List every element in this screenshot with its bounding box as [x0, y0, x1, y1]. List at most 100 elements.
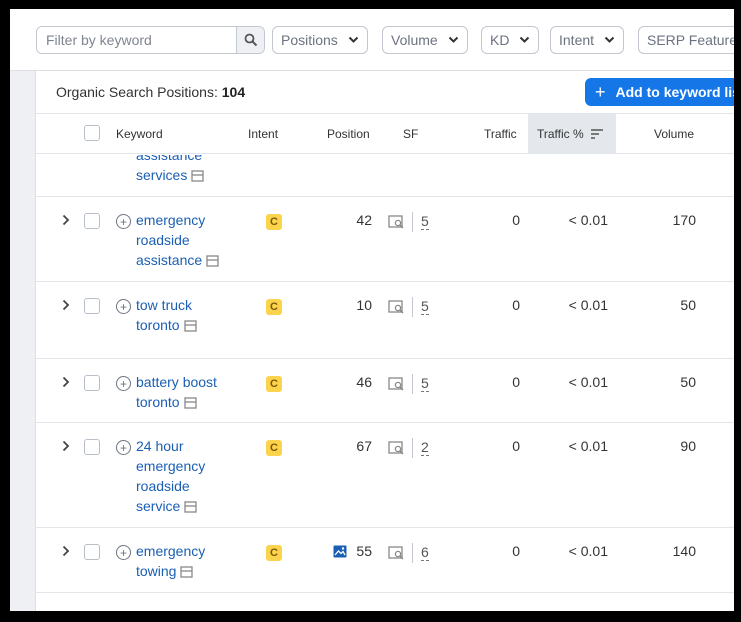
row-checkbox[interactable] [84, 213, 100, 229]
select-all-checkbox[interactable] [84, 125, 100, 141]
volume-value: 140 [672, 543, 696, 559]
plus-circle-icon[interactable]: + [116, 545, 131, 560]
header-traffic-pct-label: Traffic % [537, 127, 584, 141]
chevron-right-icon[interactable] [62, 545, 70, 557]
traffic-pct-value: < 0.01 [568, 374, 608, 390]
chevron-right-icon[interactable] [62, 376, 70, 388]
row-checkbox[interactable] [84, 298, 100, 314]
table-row: + battery boost toronto C 46 5 0 < 0.01 … [36, 359, 734, 423]
volume-filter-label: Volume [391, 32, 438, 48]
kd-filter[interactable]: KD [481, 26, 540, 54]
header-position[interactable]: Position [327, 127, 370, 141]
row-checkbox[interactable] [84, 375, 100, 391]
table-row [36, 593, 734, 611]
kd-filter-label: KD [490, 32, 510, 48]
traffic-value: 0 [512, 543, 520, 559]
intent-badge: C [266, 440, 282, 456]
serp-features-icon [388, 215, 404, 229]
serp-features-filter[interactable]: SERP Features [638, 26, 734, 54]
plus-icon: + [595, 81, 606, 102]
serp-preview-icon[interactable] [206, 252, 219, 272]
sf-count[interactable]: 5 [421, 298, 429, 315]
keyword-text: battery boost toronto [136, 374, 217, 410]
keyword-link[interactable]: assistance services [136, 155, 226, 187]
positions-filter[interactable]: Positions [272, 26, 368, 54]
sf-divider [412, 297, 413, 317]
position-value: 10 [356, 297, 372, 313]
sf-divider [412, 374, 413, 394]
sf-divider [412, 212, 413, 232]
positions-summary: Organic Search Positions: 104 [56, 84, 245, 100]
traffic-value: 0 [512, 212, 520, 228]
positions-count: 104 [221, 84, 246, 100]
traffic-value: 0 [512, 297, 520, 313]
volume-value: 170 [672, 212, 696, 228]
sf-count[interactable]: 2 [421, 439, 429, 456]
table-row: + emergency towing C 55 6 0 < 0.01 140 [36, 528, 734, 593]
sf-count[interactable]: 5 [421, 375, 429, 392]
table-body: assistance services + emergency roadside… [36, 155, 734, 611]
search-box [36, 26, 265, 54]
position-value: 42 [356, 212, 372, 228]
summary-bar: Organic Search Positions: 104 + Add to k… [36, 71, 734, 114]
serp-preview-icon[interactable] [183, 394, 197, 414]
plus-circle-icon[interactable]: + [116, 376, 131, 391]
serp-preview-icon[interactable] [180, 563, 194, 583]
chevron-down-icon [604, 36, 615, 43]
intent-badge: C [266, 376, 282, 392]
chevron-right-icon[interactable] [62, 440, 70, 452]
serp-preview-icon[interactable] [183, 317, 197, 337]
header-traffic-pct[interactable]: Traffic % [537, 127, 604, 141]
header-volume[interactable]: Volume [654, 127, 694, 141]
keyword-link[interactable]: emergency towing [136, 541, 226, 583]
serp-features-icon [388, 441, 404, 455]
header-intent[interactable]: Intent [248, 127, 278, 141]
chevron-down-icon [448, 36, 458, 43]
serp-preview-icon[interactable] [191, 167, 205, 187]
positions-filter-label: Positions [281, 32, 338, 48]
plus-circle-icon[interactable]: + [116, 440, 131, 455]
serp-features-icon [388, 300, 404, 314]
plus-circle-icon[interactable]: + [116, 299, 131, 314]
sf-divider [412, 543, 413, 563]
chevron-down-icon [520, 36, 530, 43]
header-traffic[interactable]: Traffic [484, 127, 517, 141]
volume-value: 50 [680, 374, 696, 390]
traffic-pct-value: < 0.01 [568, 212, 608, 228]
sf-count[interactable]: 5 [421, 213, 429, 230]
plus-circle-icon[interactable]: + [116, 214, 131, 229]
filter-bar: Positions Volume KD Intent SERP Features [10, 9, 734, 71]
sort-icon [591, 129, 604, 139]
traffic-pct-value: < 0.01 [568, 297, 608, 313]
keyword-link[interactable]: tow truck toronto [136, 295, 226, 337]
serp-preview-icon[interactable] [184, 498, 198, 518]
search-icon [244, 33, 257, 47]
intent-filter[interactable]: Intent [550, 26, 625, 54]
volume-filter[interactable]: Volume [382, 26, 468, 54]
keyword-link[interactable]: battery boost toronto [136, 372, 226, 414]
keyword-link[interactable]: 24 hour emergency roadside service [136, 436, 226, 518]
row-checkbox[interactable] [84, 544, 100, 560]
row-checkbox[interactable] [84, 439, 100, 455]
header-keyword[interactable]: Keyword [116, 127, 163, 141]
app-frame: Positions Volume KD Intent SERP Features… [10, 9, 734, 611]
keyword-link[interactable]: emergency roadside assistance [136, 210, 226, 272]
volume-value: 90 [680, 438, 696, 454]
chevron-down-icon [348, 36, 359, 43]
intent-badge: C [266, 214, 282, 230]
table-row: + 24 hour emergency roadside service C 6… [36, 423, 734, 528]
header-sf[interactable]: SF [403, 127, 418, 141]
serp-features-filter-label: SERP Features [647, 32, 734, 48]
chevron-right-icon[interactable] [62, 214, 70, 226]
sf-divider [412, 438, 413, 458]
intent-filter-label: Intent [559, 32, 595, 48]
search-input[interactable] [37, 27, 236, 53]
sf-count[interactable]: 6 [421, 544, 429, 561]
table-row: + emergency roadside assistance C 42 5 0… [36, 197, 734, 282]
chevron-right-icon[interactable] [62, 299, 70, 311]
search-button[interactable] [236, 27, 264, 53]
add-to-keyword-list-label: Add to keyword list [615, 84, 734, 100]
traffic-value: 0 [512, 438, 520, 454]
add-to-keyword-list-button[interactable]: + Add to keyword list [585, 78, 734, 106]
position-value: 67 [356, 438, 372, 454]
